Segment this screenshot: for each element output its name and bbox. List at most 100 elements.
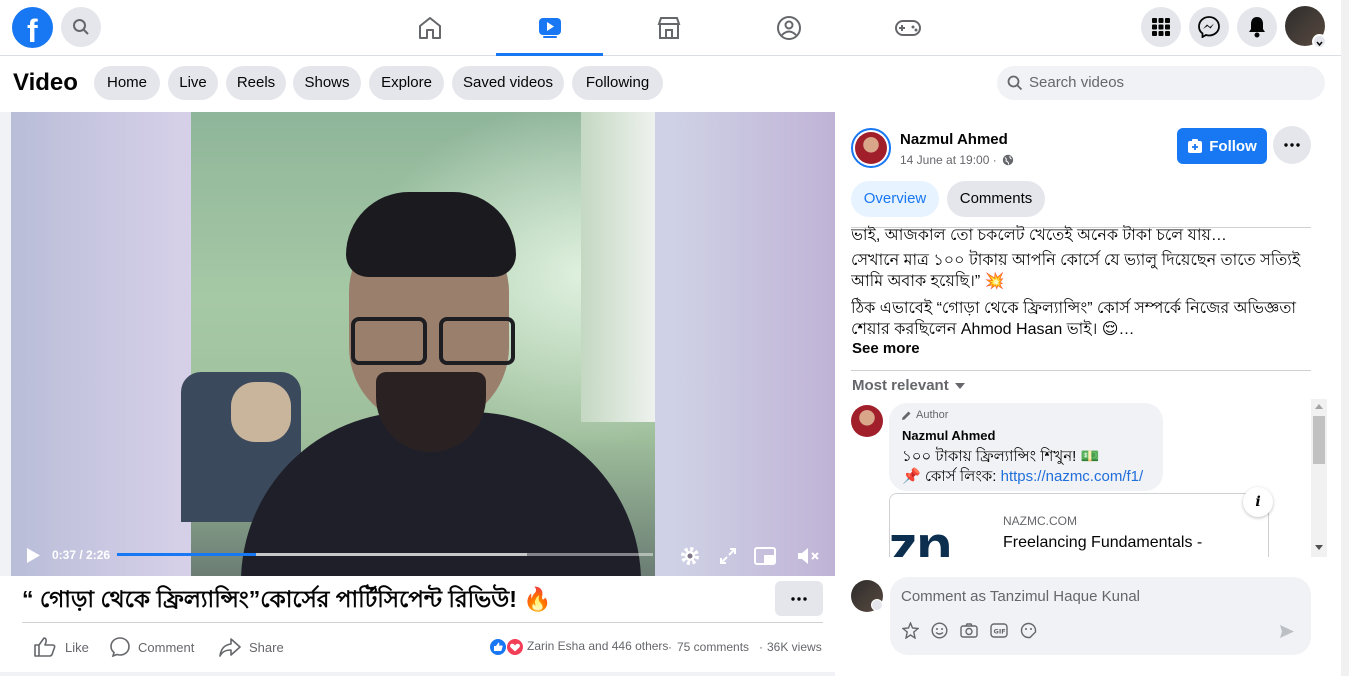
comment-label: Comment — [138, 639, 195, 655]
account-chevron-icon[interactable] — [1312, 34, 1327, 49]
author-name[interactable]: Nazmul Ahmed — [900, 131, 1008, 148]
reactions-summary[interactable]: Zarin Esha and 446 others — [527, 639, 668, 653]
svg-text:GIF: GIF — [994, 628, 1006, 636]
gaming-icon — [894, 20, 921, 36]
comment-text-line-2: 📌 কোর্স লিংক: — [902, 468, 1001, 485]
post-date[interactable]: 14 June at 19:00 · — [900, 153, 997, 167]
home-tab[interactable] — [376, 0, 483, 56]
chevron-down-icon[interactable] — [871, 599, 883, 611]
tab-overview[interactable]: Overview — [851, 181, 939, 217]
avatar-sticker-icon[interactable] — [902, 622, 919, 639]
follow-button[interactable]: Follow — [1177, 128, 1267, 164]
preview-logo: zn — [890, 513, 953, 557]
pill-saved-videos[interactable]: Saved videos — [452, 66, 564, 100]
description-line-1: ভাই, আজকাল তো চকলেট খেতেই অনেক টাকা চলে … — [851, 227, 1227, 244]
pill-following[interactable]: Following — [572, 66, 663, 100]
facebook-logo[interactable]: f — [12, 7, 53, 49]
comments-scrollbar[interactable] — [1311, 399, 1327, 557]
marketplace-icon — [657, 17, 680, 39]
groups-tab[interactable] — [735, 0, 842, 56]
pill-explore[interactable]: Explore — [369, 66, 444, 100]
pill-home[interactable]: Home — [94, 66, 160, 100]
caret-down-icon — [954, 382, 965, 389]
comment-bubble: Author Nazmul Ahmed ১০০ টাকায় ফ্রিল্যান… — [889, 403, 1163, 491]
description-line-2: সেখানে মাত্র ১০০ টাকায় আপনি কোর্সে যে ভ… — [851, 252, 1301, 290]
play-icon[interactable] — [25, 547, 41, 564]
watch-tab[interactable] — [496, 0, 603, 56]
camera-icon[interactable] — [960, 622, 978, 639]
bell-icon — [1249, 17, 1265, 38]
divider — [22, 622, 823, 623]
video-player[interactable]: 0:37 / 2:26 — [11, 112, 835, 576]
pill-reels[interactable]: Reels — [226, 66, 286, 100]
video-progress-track[interactable] — [117, 553, 653, 556]
like-icon — [34, 637, 56, 657]
preview-title: Freelancing Fundamentals - — [1003, 534, 1203, 551]
follow-icon — [1188, 139, 1203, 153]
menu-icon — [1152, 18, 1170, 36]
messenger-icon — [1198, 16, 1220, 38]
watch-icon — [538, 17, 561, 38]
course-link[interactable]: https://nazmc.com/f1/ — [1001, 468, 1144, 485]
share-button[interactable]: Share — [219, 636, 284, 658]
video-time: 0:37 / 2:26 — [52, 548, 111, 562]
search-videos-input[interactable]: Search videos — [997, 66, 1325, 100]
pill-live[interactable]: Live — [168, 66, 218, 100]
notifications-button[interactable] — [1237, 7, 1277, 47]
description-line-3: ঠিক এভাবেই “গোড়া থেকে ফ্রিল্যান্সিং” কো… — [851, 300, 1296, 338]
more-options-icon — [791, 596, 807, 601]
comment-input[interactable]: Comment as Tanzimul Haque Kunal — [901, 588, 1140, 605]
comments-count[interactable]: 75 comments — [677, 640, 749, 654]
send-icon[interactable] — [1279, 624, 1295, 639]
comment-author-name[interactable]: Nazmul Ahmed — [902, 428, 995, 443]
like-reaction-icon — [489, 638, 507, 656]
messenger-button[interactable] — [1189, 7, 1229, 47]
marketplace-tab[interactable] — [615, 0, 722, 56]
muted-speaker-icon[interactable] — [796, 546, 820, 566]
fullscreen-icon[interactable] — [719, 547, 737, 565]
follow-label: Follow — [1209, 137, 1257, 155]
scroll-thumb[interactable] — [1313, 416, 1325, 464]
commenter-avatar[interactable] — [851, 405, 883, 437]
author-badge: Author — [916, 409, 949, 421]
divider — [851, 370, 1311, 371]
comment-input-box[interactable]: Comment as Tanzimul Haque Kunal GIF — [890, 577, 1311, 655]
post-description: ভাই, আজকাল তো চকলেট খেতেই অনেক টাকা চলে … — [851, 225, 1311, 340]
comment-button[interactable]: Comment — [109, 636, 194, 658]
info-button[interactable]: i — [1243, 487, 1273, 517]
love-reaction-icon — [506, 638, 524, 656]
link-preview-card[interactable]: zn NAZMC.COM Freelancing Fundamentals - — [889, 493, 1269, 557]
gaming-tab[interactable] — [854, 0, 961, 56]
emoji-icon[interactable] — [931, 622, 948, 639]
more-options-icon — [1284, 143, 1300, 147]
groups-icon — [776, 16, 801, 40]
gif-icon[interactable]: GIF — [990, 622, 1008, 639]
see-more-link[interactable]: See more — [852, 340, 920, 357]
like-button[interactable]: Like — [34, 636, 89, 658]
video-progress-fill — [117, 553, 257, 556]
post-more-button[interactable] — [775, 581, 823, 616]
settings-gear-icon[interactable] — [679, 545, 701, 567]
share-icon — [219, 638, 241, 657]
author-more-button[interactable] — [1273, 126, 1311, 164]
video-frame — [181, 112, 655, 576]
sticker-icon[interactable] — [1020, 622, 1037, 639]
home-icon — [418, 17, 441, 39]
sort-comments-dropdown[interactable]: Most relevant — [852, 377, 965, 394]
pencil-icon — [902, 411, 911, 420]
globe-icon — [1002, 154, 1014, 166]
menu-button[interactable] — [1141, 7, 1181, 47]
picture-in-picture-icon[interactable] — [754, 545, 776, 567]
svg-text:f: f — [27, 13, 38, 48]
sort-label: Most relevant — [852, 377, 949, 394]
page-scrollbar[interactable] — [1341, 0, 1349, 676]
pill-shows[interactable]: Shows — [293, 66, 361, 100]
views-count: 36K views — [767, 640, 822, 654]
search-icon[interactable] — [61, 7, 101, 47]
comments-list: Author Nazmul Ahmed ১০০ টাকায় ফ্রিল্যান… — [845, 399, 1311, 557]
page-title: Video — [13, 69, 78, 96]
tab-comments[interactable]: Comments — [947, 181, 1045, 217]
search-videos-icon — [1007, 75, 1023, 91]
author-avatar[interactable] — [851, 128, 891, 168]
like-label: Like — [65, 639, 89, 655]
